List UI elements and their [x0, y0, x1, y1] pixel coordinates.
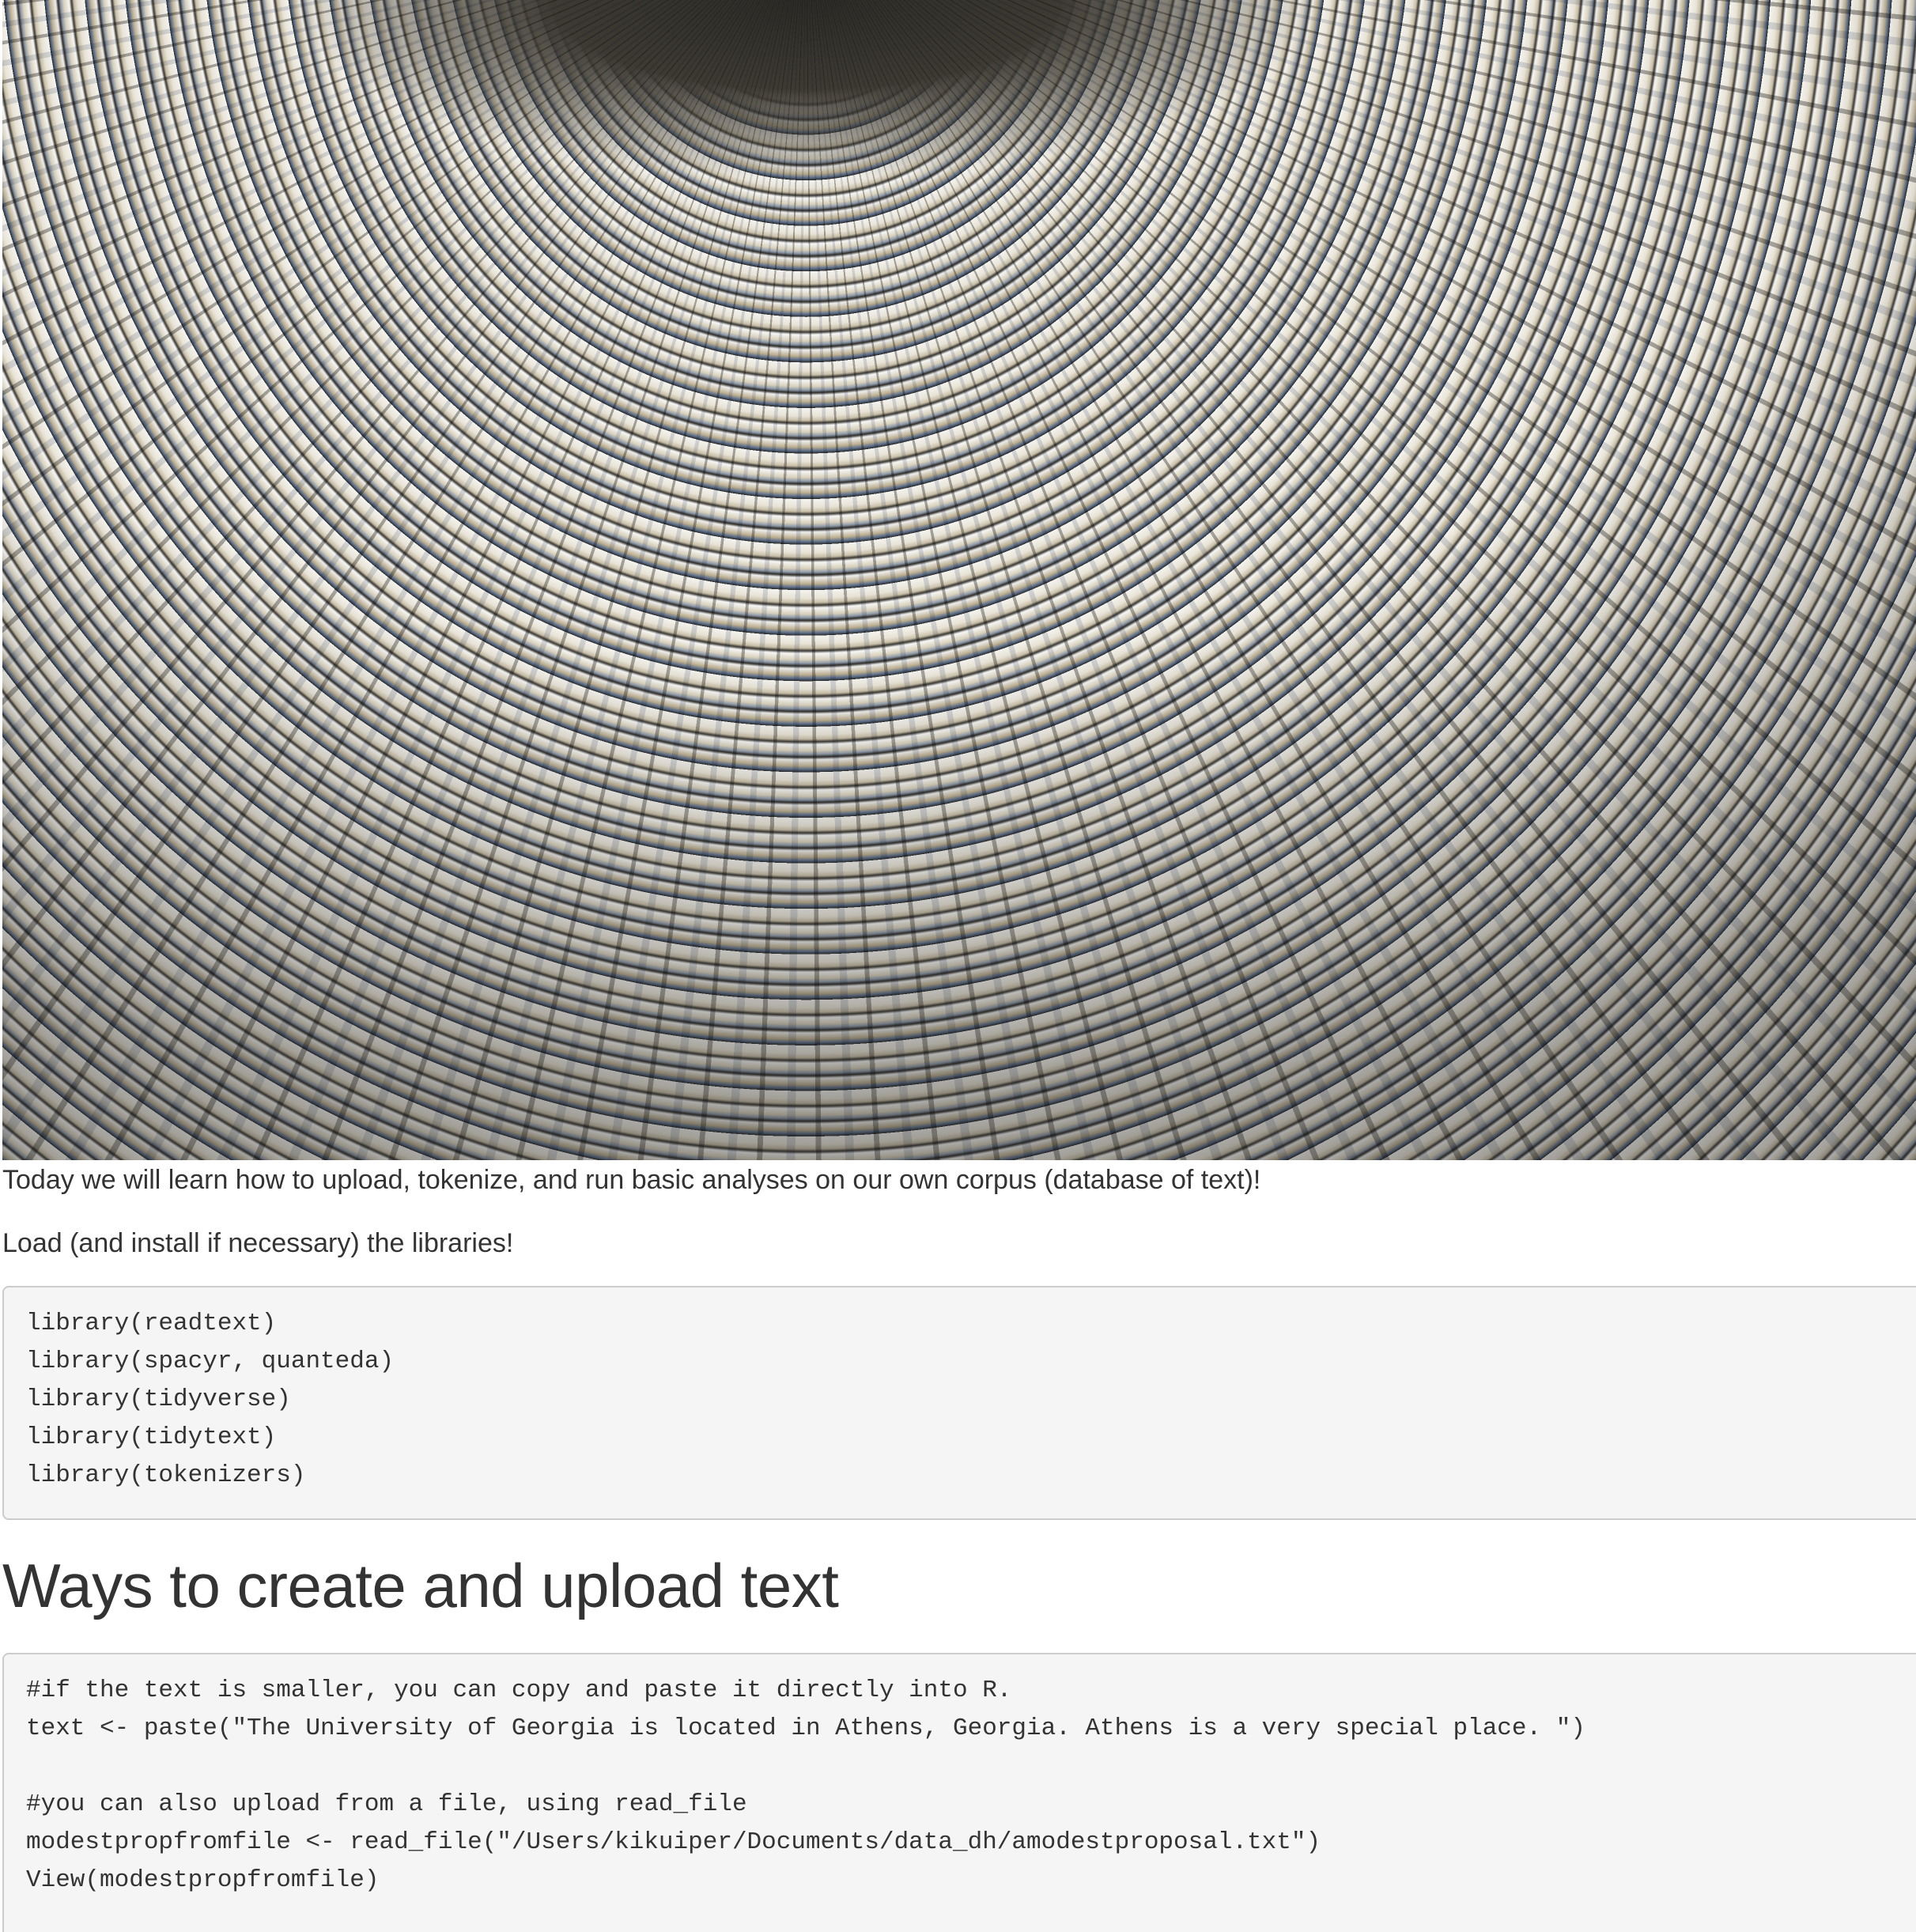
section-heading: Ways to create and upload text [2, 1551, 839, 1620]
code-line: library(spacyr, quanteda) [26, 1348, 395, 1375]
code-line: library(tokenizers) [26, 1461, 306, 1489]
code-line: library(tidytext) [26, 1423, 277, 1451]
code-line: modestpropfromfile <- read_file("/Users/… [26, 1828, 1321, 1856]
code-line: #if the text is smaller, you can copy an… [26, 1677, 1012, 1704]
code-line: library(readtext) [26, 1310, 277, 1337]
books-tunnel-image [2, 0, 1916, 1160]
code-line: text <- paste("The University of Georgia… [26, 1715, 1585, 1742]
intro-paragraph: Today we will learn how to upload, token… [2, 1165, 1261, 1195]
libraries-code-block[interactable]: library(readtext) library(spacyr, quanted… [2, 1286, 1916, 1520]
load-libraries-paragraph: Load (and install if necessary) the libr… [2, 1228, 514, 1258]
upload-code-block[interactable]: #if the text is smaller, you can copy an… [2, 1653, 1916, 1932]
document-page: Today we will learn how to upload, token… [0, 0, 1916, 1932]
code-line: #you can also upload from a file, using … [26, 1790, 747, 1818]
code-line: library(tidyverse) [26, 1386, 291, 1413]
code-line: View(modestpropfromfile) [26, 1866, 380, 1894]
